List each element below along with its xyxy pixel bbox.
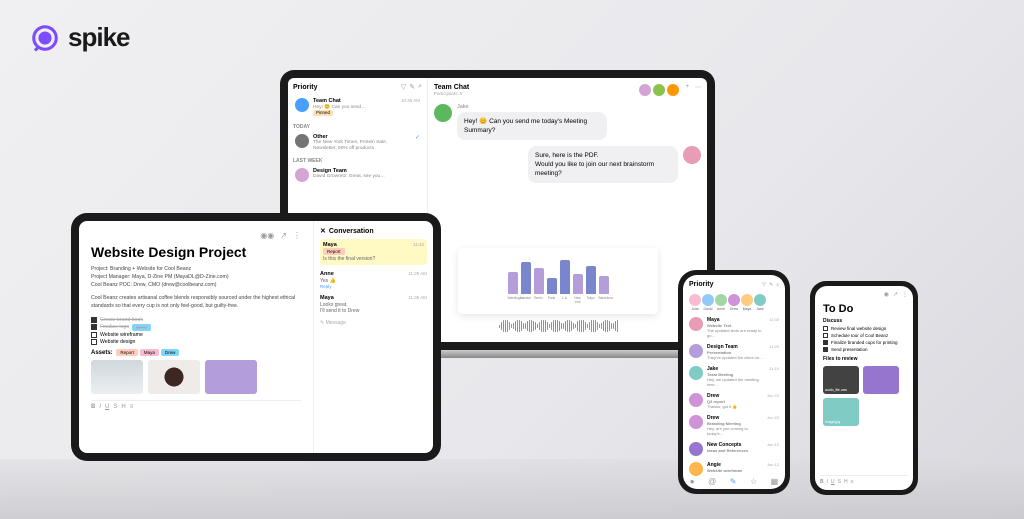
checkbox-item[interactable]: Website design [91,339,301,345]
inbox-item[interactable]: DrewQ3 reportThanks, got it 👍Jun 23 [683,390,785,412]
checkbox-item[interactable]: Website wireframe [91,332,301,338]
conversation-item[interactable]: Maya11:35 AMLooks great. I'll send it to… [320,295,427,314]
checkbox-item[interactable]: Finalize branded cups for printing [815,339,913,346]
avatar[interactable] [653,84,665,96]
bold-icon[interactable]: B [91,404,95,410]
inbox-title: Priority [293,84,318,91]
compose-button[interactable]: ✎ [730,477,737,486]
share-icon[interactable]: ↗ [893,291,898,298]
compose-icon[interactable]: ✎ [409,83,415,91]
strike-icon[interactable]: S [113,404,117,410]
compose-icon[interactable]: ✎ [769,282,773,288]
brand-logo: spike [30,22,130,53]
contact-avatar[interactable]: David [702,294,714,311]
phone-device-2: ◉ ↗ ⋮ To Do Discuss Review final website… [810,281,918,495]
avatars-icon[interactable]: ◉◉ [260,231,274,240]
inbox-item[interactable]: Design TeamPresentationThey've updated t… [683,341,785,363]
heading-icon[interactable]: H [844,479,848,485]
add-icon[interactable]: + [685,84,689,96]
chart-attachment[interactable]: WashingtonLondonBerlinParisL.ANew YorkTo… [458,248,658,314]
share-icon[interactable]: ↗ [280,231,287,240]
inbox-item[interactable]: Team Chat Hey! 😊 Can you send… Pinned 10… [293,95,422,121]
file-thumb[interactable]: image.jpg [823,398,859,426]
heading-icon[interactable]: H [121,404,125,410]
checkbox-item[interactable]: Review final website design [815,325,913,332]
underline-icon[interactable]: U [105,404,109,410]
inbox-item[interactable]: New ConceptsIdeas and ReferencesJun 12 [683,439,785,459]
chat-message: Sure, here is the PDF. Would you like to… [434,146,701,183]
asset-thumb[interactable] [205,360,257,394]
spike-logo-icon [30,23,60,53]
checkbox-item[interactable]: Finalize logoDrew [91,324,301,331]
strike-icon[interactable]: S [838,479,841,485]
contact-avatar[interactable]: Anne [715,294,727,311]
chat-message: Jake Hey! 😊 Can you send me today's Meet… [434,104,701,140]
star-icon[interactable]: ☆ [750,477,757,486]
file-thumb[interactable] [863,366,899,394]
conversation-item[interactable]: Anne11:29 AMYes 👍Reply [320,271,427,289]
phone-device-1: Priority ▽ ✎ ⌕ JuliaDavidAnneDrewMayaJak… [678,270,790,494]
underline-icon[interactable]: U [831,479,835,485]
list-icon[interactable]: ≡ [851,479,854,485]
italic-icon[interactable]: I [99,404,101,410]
search-icon[interactable]: ⌕ [776,282,779,288]
note-title: To Do [815,303,913,315]
filter-icon[interactable]: ▽ [762,282,766,288]
inbox-item[interactable]: AngieWebsite wireframeJun 12 [683,459,785,479]
home-icon[interactable]: ● [690,477,695,486]
contact-avatar[interactable]: Jake [754,294,766,311]
inbox-item[interactable]: JakeTeam MeetingHey, we updated the meet… [683,363,785,390]
checkbox-item[interactable]: Send presentation [815,346,913,353]
inbox-item[interactable]: DrewBranding MeetingHey, are you coming … [683,412,785,439]
filter-icon[interactable]: ▽ [401,83,406,91]
file-thumb[interactable]: audio_file.wav [823,366,859,394]
search-icon[interactable]: ⌕ [418,83,422,91]
avatar[interactable]: ◉ [884,291,889,298]
avatar [434,104,452,122]
conversation-item[interactable]: Maya11:42ReportIs this the final version… [320,239,427,265]
contact-avatar[interactable]: Julia [689,294,701,311]
inbox-item[interactable]: Other The New York Times, Protein Sale, … [293,131,422,155]
checkbox-item[interactable]: Schedule tour of Cool Beanz [815,332,913,339]
contact-avatar[interactable]: Maya [741,294,753,311]
chat-panel: Team Chat Participants: 5 + ⋯ Jake [428,78,707,342]
contact-avatar[interactable]: Drew [728,294,740,311]
close-icon[interactable]: ✕ [320,227,326,235]
audio-waveform[interactable] [458,318,658,334]
more-icon[interactable]: ⋮ [902,291,908,298]
bold-icon[interactable]: B [820,479,824,485]
inbox-item[interactable]: Design Team David Growretz: Great, see y… [293,165,422,185]
compose-input[interactable]: Message [326,320,346,326]
list-icon[interactable]: ≡ [130,404,134,410]
asset-thumb[interactable] [91,360,143,394]
calendar-icon[interactable]: ▦ [771,477,779,486]
avatar [683,146,701,164]
chat-title: Team Chat [434,84,469,91]
italic-icon[interactable]: I [827,479,828,485]
more-icon[interactable]: ⋮ [293,231,301,240]
mentions-icon[interactable]: @ [708,477,716,486]
more-icon[interactable]: ⋯ [695,84,701,96]
brand-name: spike [68,22,130,53]
inbox-item[interactable]: MayaWebsite TextThe updated texts are re… [683,314,785,341]
checkbox-item[interactable]: Create brand book [91,317,301,323]
avatar[interactable] [639,84,651,96]
asset-thumb[interactable] [148,360,200,394]
doc-title: Website Design Project [91,244,301,260]
avatar[interactable] [667,84,679,96]
tablet-device: ◉◉ ↗ ⋮ Website Design Project Project: B… [71,213,441,461]
